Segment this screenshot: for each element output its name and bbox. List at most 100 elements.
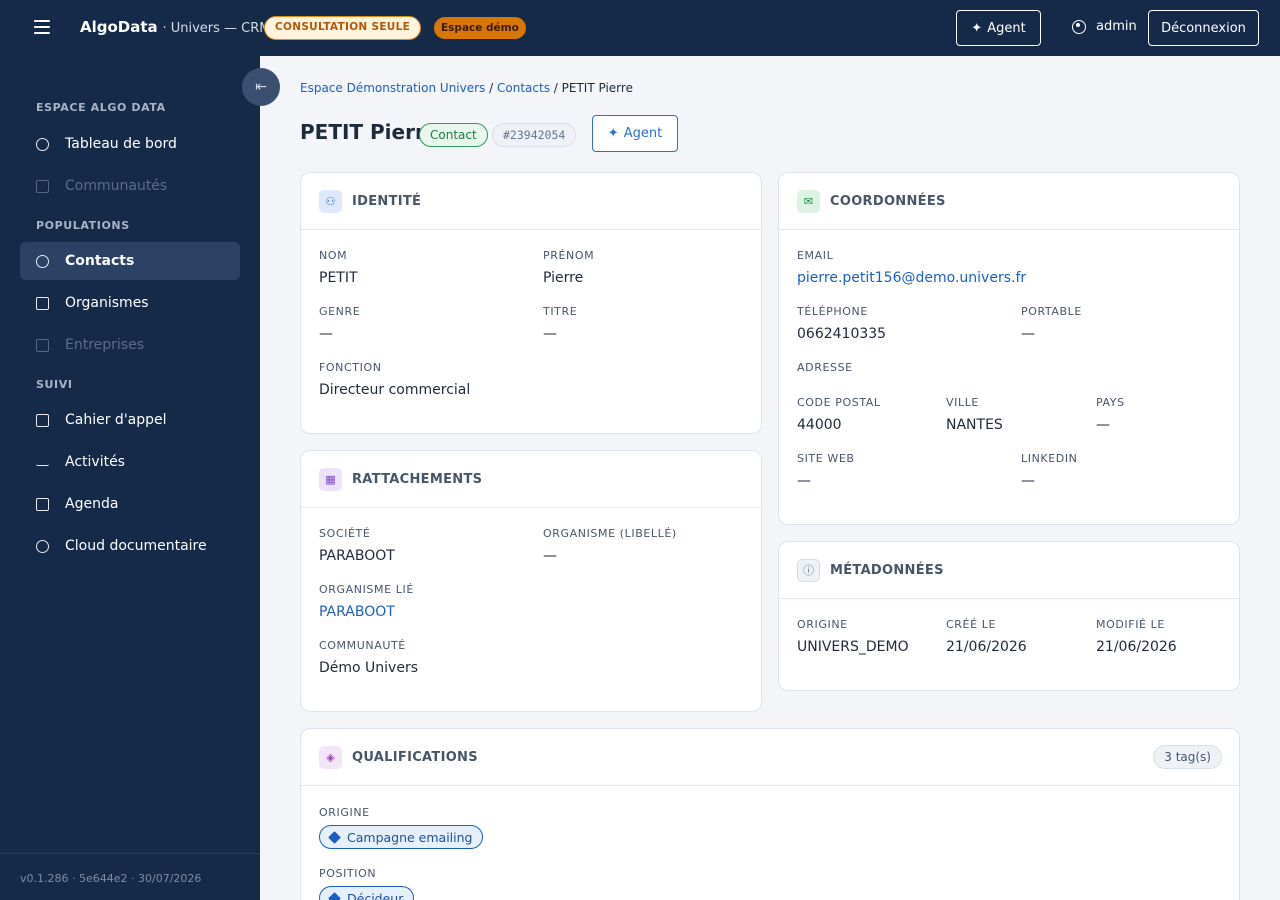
sidebar-item-label: Cloud documentaire (65, 538, 207, 554)
field-label: TÉLÉPHONE (797, 305, 868, 318)
sidebar-section-algo-data: ESPACE ALGO DATA (36, 101, 166, 114)
brand-subtitle: · Univers — CRM (162, 21, 271, 36)
field-communaute: Démo Univers (319, 660, 419, 676)
field-origine: UNIVERS_DEMO (797, 639, 909, 655)
field-label: MODIFIÉ LE (1096, 618, 1165, 631)
field-portable: — (1021, 326, 1035, 342)
field-label: FONCTION (319, 361, 382, 374)
field-label: PORTABLE (1021, 305, 1082, 318)
sidebar-item-label: Cahier d'appel (65, 412, 167, 428)
field-label: NOM (319, 249, 348, 262)
version-info: v0.1.286 · 5e644e2 · 30/07/2026 (0, 853, 260, 900)
card-header: ⓘ MÉTADONNÉES (779, 542, 1239, 599)
sidebar-item-organismes[interactable]: Organismes (20, 284, 240, 322)
brand-name: AlgoData (80, 18, 158, 36)
tag-icon (328, 830, 341, 844)
briefcase-icon (36, 338, 49, 352)
field-cree-le: 21/06/2026 (946, 639, 1027, 655)
card-header: ◈ QUALIFICATIONS 3 tag(s) (301, 729, 1239, 786)
sidebar-section-suivi: SUIVI (36, 378, 73, 391)
agent-top-button[interactable]: ✦ Agent (956, 10, 1041, 46)
tag-count-badge: 3 tag(s) (1153, 745, 1222, 769)
sidebar-item-entreprises: Entreprises (20, 326, 240, 364)
field-label: TITRE (543, 305, 578, 318)
field-label: SOCIÉTÉ (319, 527, 371, 540)
agent-button[interactable]: ✦ Agent (592, 115, 678, 152)
breadcrumb-separator: / (553, 81, 558, 95)
field-label: GENRE (319, 305, 361, 318)
qualifications-card: ◈ QUALIFICATIONS 3 tag(s) ORIGINE Campag… (300, 728, 1240, 900)
field-modifie-le: 21/06/2026 (1096, 639, 1177, 655)
field-label: ORGANISME (LIBELLÉ) (543, 527, 677, 540)
field-site-web: — (797, 473, 811, 489)
field-label: EMAIL (797, 249, 834, 262)
breadcrumb-contacts[interactable]: Contacts (497, 81, 550, 95)
sidebar-item-cahier-appel[interactable]: Cahier d'appel (20, 401, 240, 439)
menu-icon[interactable] (34, 20, 50, 34)
field-label: COMMUNAUTÉ (319, 639, 406, 652)
field-linkedin: — (1021, 473, 1035, 489)
card-title: RATTACHEMENTS (352, 471, 483, 487)
dashboard-icon (36, 137, 49, 151)
sparkle-icon: ✦ (971, 20, 983, 36)
card-title: IDENTITÉ (352, 193, 422, 209)
tag-campagne-emailing[interactable]: Campagne emailing (319, 825, 484, 849)
community-icon (36, 179, 49, 193)
sidebar-item-label: Organismes (65, 295, 149, 311)
breadcrumb: Espace Démonstration Univers / Contacts … (300, 81, 633, 95)
field-fonction: Directeur commercial (319, 382, 471, 398)
sidebar-item-activites[interactable]: Activités (20, 443, 240, 481)
type-badge: Contact (419, 123, 488, 147)
building-icon: ▦ (319, 467, 342, 491)
users-icon (36, 254, 49, 268)
sidebar-item-agenda[interactable]: Agenda (20, 485, 240, 523)
sidebar-item-label: Entreprises (65, 337, 145, 353)
sidebar-item-label: Tableau de bord (65, 136, 177, 152)
sidebar-item-contacts[interactable]: Contacts (20, 242, 240, 280)
brand[interactable]: AlgoData · Univers — CRM (80, 18, 270, 36)
user-menu[interactable]: admin (1072, 19, 1137, 34)
sidebar-item-dashboard[interactable]: Tableau de bord (20, 125, 240, 163)
sidebar-item-cloud[interactable]: Cloud documentaire (20, 527, 240, 565)
card-header: ⚇ IDENTITÉ (301, 173, 761, 230)
field-titre: — (543, 326, 557, 342)
field-prenom: Pierre (543, 270, 584, 286)
email-link[interactable]: pierre.petit156@demo.univers.fr (797, 270, 1026, 286)
field-label: SITE WEB (797, 452, 855, 465)
breadcrumb-espace[interactable]: Espace Démonstration Univers (300, 81, 485, 95)
field-code-postal: 44000 (797, 417, 842, 433)
user-name: admin (1096, 19, 1137, 34)
readonly-badge: CONSULTATION SEULE (264, 16, 422, 40)
agent-top-label: Agent (987, 20, 1026, 36)
collapse-sidebar-button[interactable]: ⇤ (242, 68, 280, 106)
card-title: MÉTADONNÉES (830, 562, 944, 578)
sidebar-item-label: Agenda (65, 496, 119, 512)
field-label: ORIGINE (797, 618, 848, 631)
breadcrumb-current: PETIT Pierre (561, 81, 633, 95)
sidebar-item-label: Communautés (65, 178, 168, 194)
field-nom: PETIT (319, 270, 358, 286)
sparkle-icon: ✦ (607, 126, 619, 141)
field-label: ORIGINE (319, 806, 370, 819)
field-label: ORGANISME LIÉ (319, 583, 414, 596)
collapse-icon: ⇤ (255, 79, 267, 95)
organisme-link[interactable]: PARABOOT (319, 604, 395, 620)
tag-decideur[interactable]: Décideur (319, 886, 415, 900)
top-bar: AlgoData · Univers — CRM CONSULTATION SE… (0, 0, 1280, 56)
sidebar-section-populations: POPULATIONS (36, 219, 130, 232)
tag-icon (328, 891, 341, 900)
field-societe: PARABOOT (319, 548, 395, 564)
sidebar-item-communautes: Communautés (20, 167, 240, 205)
id-badge: #23942054 (492, 123, 577, 147)
tag-icon: ◈ (319, 745, 342, 769)
field-label: CRÉÉ LE (946, 618, 996, 631)
card-header: ✉ COORDONNÉES (779, 173, 1239, 230)
attachments-card: ▦ RATTACHEMENTS SOCIÉTÉ PARABOOT ORGANIS… (300, 450, 762, 712)
contact-details-card: ✉ COORDONNÉES EMAIL pierre.petit156@demo… (778, 172, 1240, 525)
person-icon: ⚇ (319, 189, 342, 213)
logout-button[interactable]: Déconnexion (1148, 10, 1259, 46)
field-telephone: 0662410335 (797, 326, 887, 342)
field-label: LINKEDIN (1021, 452, 1078, 465)
field-label: PAYS (1096, 396, 1125, 409)
cloud-icon (36, 539, 49, 553)
